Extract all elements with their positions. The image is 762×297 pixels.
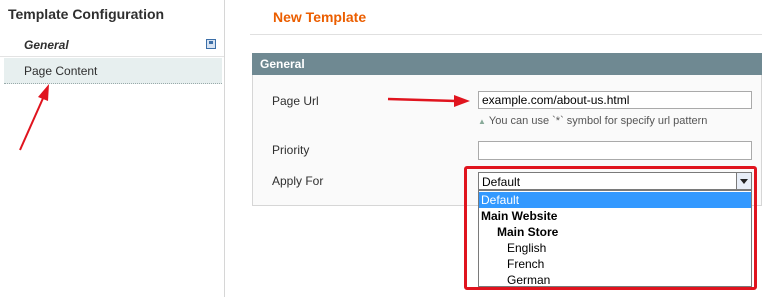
arrow-line [19, 95, 45, 151]
annotation-arrows [19, 84, 470, 151]
arrow-line [387, 97, 457, 103]
arrow-head [454, 95, 470, 107]
arrow-head [38, 84, 49, 101]
